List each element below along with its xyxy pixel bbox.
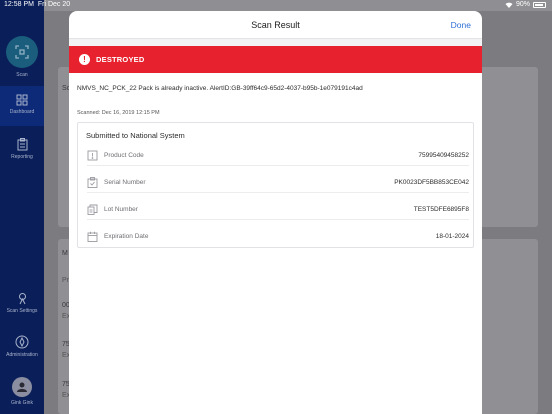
field-row-lot-number: Lot Number TEST5DFE6895F8: [87, 200, 469, 220]
done-button[interactable]: Done: [451, 20, 471, 30]
field-value: 18-01-2024: [435, 233, 469, 240]
sidebar-item-scan[interactable]: Scan: [0, 36, 44, 78]
field-value: PK0023DF5BB853CE042: [394, 179, 469, 186]
calendar-icon: [87, 231, 98, 242]
background-column-label: Pr: [62, 277, 69, 284]
sidebar-item-label: Gink Gink: [11, 400, 33, 406]
modal-title: Scan Result: [251, 20, 300, 30]
status-right: 90%: [505, 1, 546, 8]
field-label: Product Code: [104, 152, 144, 159]
modal-header: Scan Result Done: [69, 11, 482, 39]
background-section-label: M: [62, 250, 68, 257]
sidebar-item-label: Administration: [6, 352, 38, 358]
serial-number-icon: [87, 177, 98, 188]
battery-percent: 90%: [515, 1, 530, 8]
scan-settings-icon: [18, 293, 26, 305]
sidebar-item-dashboard[interactable]: Dashboard: [0, 86, 44, 126]
sidebar-item-label: Scan: [16, 72, 28, 78]
destroyed-alert-banner: ! DESTROYED: [69, 46, 482, 73]
field-label: Lot Number: [104, 206, 138, 213]
sidebar-item-reporting[interactable]: Reporting: [0, 138, 44, 160]
header-divider: [69, 39, 482, 46]
sidebar-item-label: Scan Settings: [6, 308, 38, 314]
status-bar: 12:58 PM Fri Dec 20 90%: [0, 0, 552, 11]
user-avatar-icon: [12, 377, 32, 397]
field-row-product-code: Product Code 75995409458252: [87, 146, 469, 166]
alert-icon: !: [79, 54, 90, 65]
field-label: Expiration Date: [104, 233, 149, 240]
product-code-icon: [87, 150, 98, 161]
battery-icon: [533, 1, 546, 8]
sidebar-item-administration[interactable]: Administration: [0, 335, 44, 358]
sidebar-item-profile[interactable]: Gink Gink: [0, 377, 44, 406]
sidebar-item-label: Reporting: [11, 154, 33, 160]
field-value: TEST5DFE6895F8: [413, 206, 469, 213]
field-row-expiration-date: Expiration Date 18-01-2024: [87, 227, 469, 247]
scan-icon: [6, 36, 38, 68]
scan-result-modal: Scan Result Done ! DESTROYED NMVS_NC_PCK…: [69, 11, 482, 414]
field-row-serial-number: Serial Number PK0023DF5BB853CE042: [87, 173, 469, 193]
card-title: Submitted to National System: [86, 131, 185, 140]
wifi-icon: [505, 2, 513, 8]
dashboard-icon: [16, 94, 28, 106]
status-time: 12:58 PM Fri Dec 20: [4, 1, 71, 8]
lot-number-icon: [87, 204, 98, 215]
sidebar-item-label: Dashboard: [9, 109, 35, 115]
alert-label: DESTROYED: [96, 55, 145, 64]
field-label: Serial Number: [104, 179, 146, 186]
submitted-card: Submitted to National System Product Cod…: [77, 122, 474, 248]
reporting-icon: [17, 138, 27, 151]
administration-icon: [15, 335, 29, 349]
sidebar-item-scan-settings[interactable]: Scan Settings: [0, 292, 44, 314]
sidebar: Scan Dashboard Reporting Scan Settings A…: [0, 0, 44, 414]
scanned-timestamp: Scanned: Dec 16, 2019 12:15 PM: [77, 110, 160, 116]
alert-message: NMVS_NC_PCK_22 Pack is already inactive.…: [77, 85, 363, 92]
field-value: 75995409458252: [418, 152, 469, 159]
